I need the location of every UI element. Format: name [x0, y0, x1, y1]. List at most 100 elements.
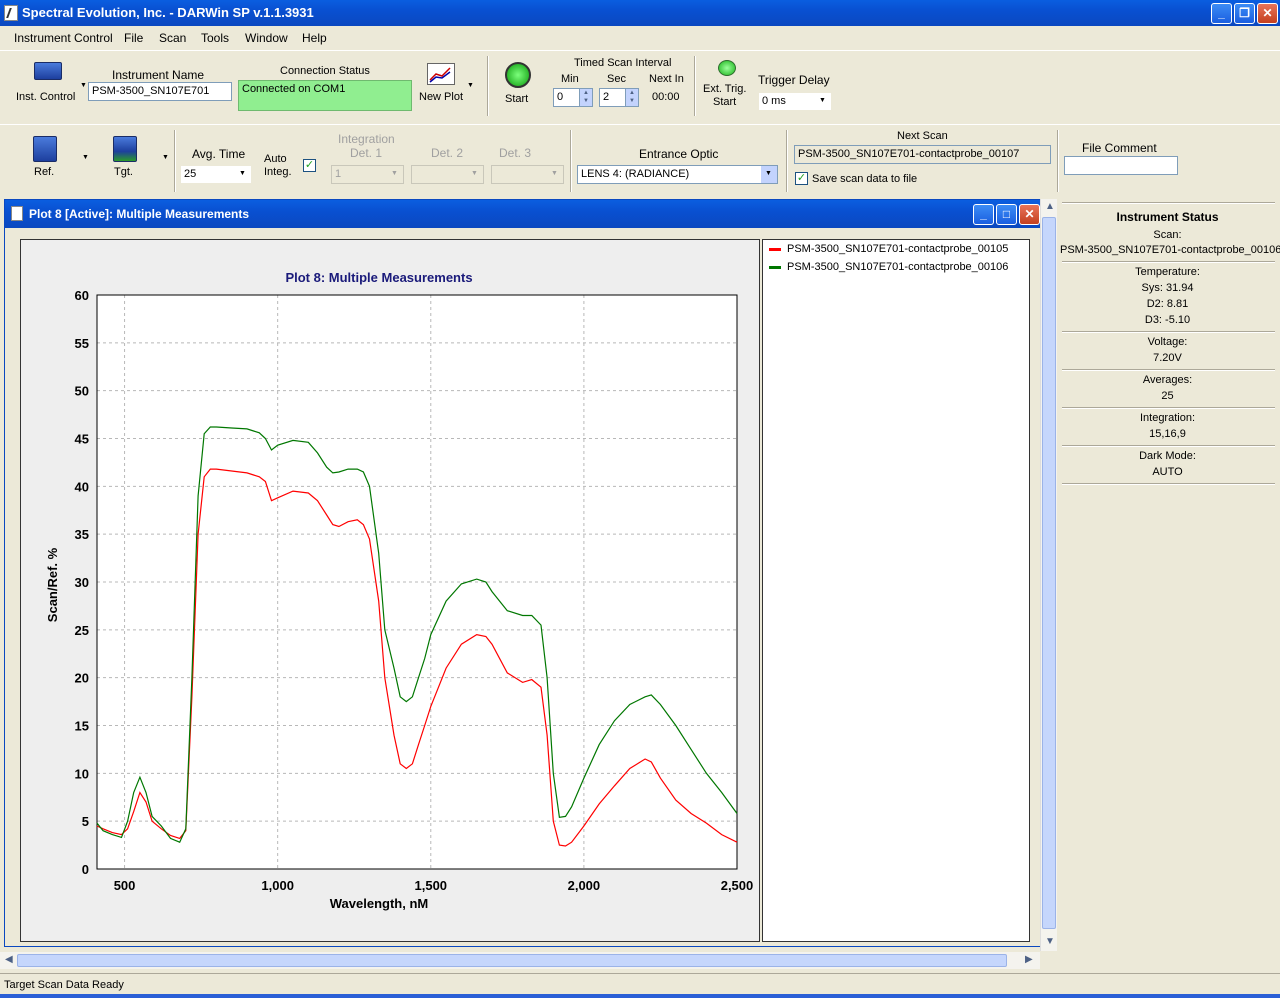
plot-window-titlebar[interactable]: Plot 8 [Active]: Multiple Measurements _…: [5, 200, 1043, 228]
chevron-down-icon[interactable]: [547, 166, 563, 183]
y-tick-label: 15: [75, 719, 89, 734]
averages-value: 25: [1161, 390, 1174, 402]
averages-label: Averages:: [1142, 374, 1193, 386]
reference-icon: [33, 136, 57, 162]
new-plot-label[interactable]: New Plot: [419, 91, 463, 103]
legend-item-label: PSM-3500_SN107E701-contactprobe_00105: [787, 243, 1009, 255]
min-stepper[interactable]: 0 ▲ ▼: [553, 88, 593, 107]
close-button[interactable]: ✕: [1257, 3, 1278, 24]
auto-integ-checkbox[interactable]: ✓: [303, 159, 316, 172]
divider: [1062, 369, 1275, 371]
sec-spin-icon[interactable]: ▲ ▼: [625, 89, 638, 106]
next-scan-field[interactable]: PSM-3500_SN107E701-contactprobe_00107: [794, 145, 1051, 164]
y-tick-label: 10: [75, 766, 89, 781]
det1-select[interactable]: 1: [331, 165, 404, 184]
save-scan-checkbox[interactable]: ✓: [795, 172, 808, 185]
chevron-down-icon[interactable]: [235, 166, 251, 183]
chevron-down-icon[interactable]: ▼: [80, 82, 87, 89]
legend-swatch: [769, 265, 781, 269]
auto-integ-label-2: Integ.: [264, 166, 292, 178]
voltage-value: 7.20V: [1153, 352, 1182, 364]
restore-button[interactable]: ❐: [1234, 3, 1255, 24]
menu-bar: Instrument Control File Scan Tools Windo…: [0, 26, 1280, 48]
ext-trig-icon[interactable]: [718, 60, 736, 76]
x-tick-label: 1,000: [261, 878, 294, 893]
sec-stepper[interactable]: 2 ▲ ▼: [599, 88, 639, 107]
toolbar-separator: [694, 56, 696, 116]
timed-scan-label: Timed Scan Interval: [574, 57, 672, 69]
scroll-left-icon[interactable]: ◀: [5, 954, 13, 965]
vertical-scroll-thumb[interactable]: [1042, 217, 1056, 929]
chevron-down-icon[interactable]: [761, 166, 777, 183]
minimize-button[interactable]: _: [1211, 3, 1232, 24]
tgt-dropdown-icon[interactable]: ▼: [162, 154, 169, 161]
x-tick-label: 500: [114, 878, 136, 893]
sec-value: 2: [603, 91, 610, 103]
menu-file[interactable]: File: [124, 31, 143, 45]
entrance-optic-select[interactable]: LENS 4: (RADIANCE): [577, 165, 778, 184]
chart-frame: Plot 8: Multiple Measurements Wavelength…: [20, 239, 760, 942]
scroll-right-icon[interactable]: ▶: [1025, 954, 1033, 965]
menu-scan[interactable]: Scan: [159, 31, 186, 45]
chevron-down-icon[interactable]: [467, 166, 483, 183]
scroll-up-icon[interactable]: ▲: [1045, 201, 1055, 212]
ext-trig-start-label[interactable]: Start: [713, 96, 736, 108]
start-icon[interactable]: [505, 62, 531, 88]
plot-maximize-button[interactable]: □: [996, 204, 1017, 225]
y-tick-label: 60: [75, 288, 89, 303]
det3-select[interactable]: [491, 165, 564, 184]
taskbar-strip: [0, 994, 1280, 998]
file-comment-input[interactable]: [1064, 156, 1178, 175]
y-tick-label: 5: [82, 814, 89, 829]
ref-dropdown-icon[interactable]: ▼: [82, 154, 89, 161]
chart[interactable]: Plot 8: Multiple Measurements Wavelength…: [21, 240, 761, 943]
y-tick-label: 45: [75, 432, 89, 447]
file-comment-label: File Comment: [1082, 141, 1157, 155]
legend-item-label: PSM-3500_SN107E701-contactprobe_00106: [787, 261, 1009, 273]
toolbar-separator: [487, 56, 489, 116]
legend-item[interactable]: PSM-3500_SN107E701-contactprobe_00105: [769, 243, 1008, 255]
avg-time-select[interactable]: 25: [180, 165, 252, 184]
divider: [1062, 202, 1275, 204]
connection-status-field: Connected on COM1: [238, 80, 412, 111]
plot-window: Plot 8 [Active]: Multiple Measurements _…: [4, 199, 1044, 947]
trigger-delay-select[interactable]: 0 ms: [758, 92, 832, 111]
divider: [1062, 483, 1275, 485]
y-tick-label: 25: [75, 623, 89, 638]
divider: [1062, 407, 1275, 409]
divider: [1062, 261, 1275, 263]
min-label: Min: [561, 73, 579, 85]
chevron-down-icon[interactable]: [387, 166, 403, 183]
divider: [1062, 331, 1275, 333]
save-scan-label[interactable]: Save scan data to file: [812, 173, 917, 185]
min-value: 0: [557, 91, 564, 103]
plot-minimize-button[interactable]: _: [973, 204, 994, 225]
x-axis-label: Wavelength, nM: [330, 896, 428, 911]
y-tick-label: 40: [75, 479, 89, 494]
dark-mode-label: Dark Mode:: [1139, 450, 1196, 462]
horizontal-scroll-thumb[interactable]: [17, 954, 1007, 967]
plot-close-button[interactable]: ✕: [1019, 204, 1040, 225]
next-in-value: 00:00: [652, 91, 680, 103]
scroll-down-icon[interactable]: ▼: [1045, 936, 1055, 947]
legend-item[interactable]: PSM-3500_SN107E701-contactprobe_00106: [769, 261, 1008, 273]
ext-trig-label[interactable]: Ext. Trig.: [703, 83, 746, 95]
menu-window[interactable]: Window: [245, 31, 288, 45]
window-titlebar[interactable]: Spectral Evolution, Inc. - DARWin SP v.1…: [0, 0, 1280, 26]
instrument-name-field[interactable]: PSM-3500_SN107E701: [88, 82, 232, 101]
min-spin-icon[interactable]: ▲ ▼: [579, 89, 592, 106]
new-plot-dropdown-icon[interactable]: ▼: [467, 82, 474, 89]
toolbar-separator: [1057, 130, 1059, 192]
y-tick-label: 50: [75, 384, 89, 399]
menu-tools[interactable]: Tools: [201, 31, 229, 45]
det3-label: Det. 3: [499, 146, 532, 160]
chevron-down-icon[interactable]: [815, 93, 831, 110]
menu-instrument-control[interactable]: Instrument Control: [14, 31, 113, 45]
horizontal-scrollbar[interactable]: ◀ ▶: [0, 952, 1040, 969]
menu-help[interactable]: Help: [302, 31, 327, 45]
vertical-scrollbar[interactable]: ▲ ▼: [1040, 199, 1057, 951]
det2-select[interactable]: [411, 165, 484, 184]
start-label[interactable]: Start: [505, 93, 528, 105]
new-plot-icon[interactable]: [427, 63, 455, 85]
app-icon: [4, 5, 18, 21]
